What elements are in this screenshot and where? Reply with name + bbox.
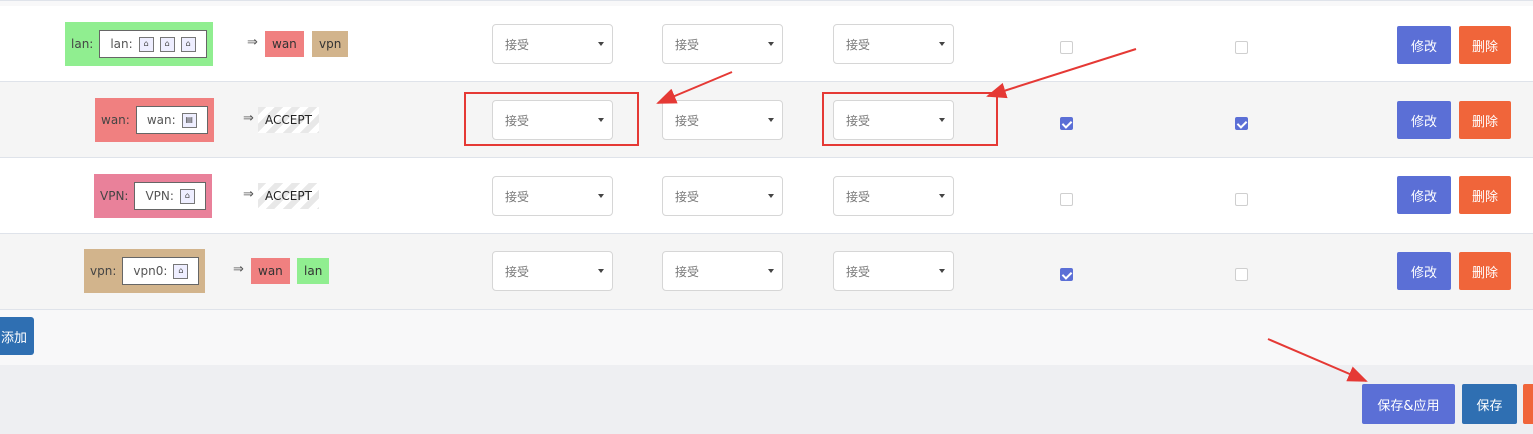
table-row: lan: lan: ⌂ ⌂ ⌂ ⇒ wan vpn 接受 接受 接受 修改 删除 xyxy=(0,6,1533,82)
dropdown-caret-icon xyxy=(768,194,774,198)
edit-button[interactable]: 修改 xyxy=(1397,101,1451,139)
forward-tag-wan: wan xyxy=(265,31,304,57)
table-row: VPN: VPN: ⌂ ⇒ ACCEPT 接受 接受 接受 修改 删除 xyxy=(0,158,1533,234)
input-select[interactable]: 接受 xyxy=(492,251,613,291)
output-select[interactable]: 接受 xyxy=(662,100,783,140)
mss-clamping-checkbox[interactable] xyxy=(1235,193,1248,206)
edit-button[interactable]: 修改 xyxy=(1397,26,1451,64)
interface-label: VPN: xyxy=(145,189,174,203)
interface-label: lan: xyxy=(110,37,133,51)
forward-arrow-icon: ⇒ xyxy=(243,111,254,126)
input-select[interactable]: 接受 xyxy=(492,24,613,64)
forward-tag-lan: lan xyxy=(297,258,330,284)
dropdown-caret-icon xyxy=(598,194,604,198)
network-port-icon: ⌂ xyxy=(179,188,195,204)
network-port-icon: ⌂ xyxy=(159,36,175,52)
forward-arrow-icon: ⇒ xyxy=(233,262,244,277)
forward-arrow-icon: ⇒ xyxy=(247,35,258,50)
interface-label: vpn0: xyxy=(133,264,168,278)
forward-tag-accept: ACCEPT xyxy=(258,183,319,209)
zone-label: vpn: xyxy=(90,264,117,278)
interface-label: wan: xyxy=(146,113,176,127)
masquerade-checkbox[interactable] xyxy=(1060,117,1073,130)
save-apply-button[interactable]: 保存&应用 xyxy=(1362,384,1455,424)
output-select[interactable]: 接受 xyxy=(662,176,783,216)
zone-label: lan: xyxy=(71,37,94,51)
interface-box: vpn0: ⌂ xyxy=(122,257,200,285)
forward-select[interactable]: 接受 xyxy=(833,251,954,291)
delete-button[interactable]: 删除 xyxy=(1459,176,1511,214)
output-select[interactable]: 接受 xyxy=(662,24,783,64)
interface-box: VPN: ⌂ xyxy=(134,182,206,210)
zone-vpn: vpn: vpn0: ⌂ xyxy=(84,249,206,293)
mss-clamping-checkbox[interactable] xyxy=(1235,268,1248,281)
interface-box: wan: ▤ xyxy=(135,106,208,134)
delete-button[interactable]: 删除 xyxy=(1459,101,1511,139)
network-port-icon: ⌂ xyxy=(138,36,154,52)
dropdown-caret-icon xyxy=(939,269,945,273)
zone-vpn-upper: VPN: VPN: ⌂ xyxy=(94,174,212,218)
masquerade-checkbox[interactable] xyxy=(1060,268,1073,281)
masquerade-checkbox[interactable] xyxy=(1060,193,1073,206)
zone-wan: wan: wan: ▤ xyxy=(95,98,214,142)
dropdown-caret-icon xyxy=(768,118,774,122)
mss-clamping-checkbox[interactable] xyxy=(1235,41,1248,54)
forward-tag-accept: ACCEPT xyxy=(258,107,319,133)
table-row: wan: wan: ▤ ⇒ ACCEPT 接受 接受 接受 修改 删除 xyxy=(0,82,1533,158)
network-port-icon: ⌂ xyxy=(173,263,189,279)
highlight-box-forward xyxy=(822,92,998,146)
zone-table: lan: lan: ⌂ ⌂ ⌂ ⇒ wan vpn 接受 接受 接受 修改 删除… xyxy=(0,0,1533,366)
reset-button[interactable] xyxy=(1523,384,1533,424)
input-select[interactable]: 接受 xyxy=(492,176,613,216)
table-row: vpn: vpn0: ⌂ ⇒ wan lan 接受 接受 接受 修改 删除 xyxy=(0,234,1533,310)
add-button[interactable]: 添加 xyxy=(0,317,34,355)
masquerade-checkbox[interactable] xyxy=(1060,41,1073,54)
output-select[interactable]: 接受 xyxy=(662,251,783,291)
dropdown-caret-icon xyxy=(768,42,774,46)
multi-port-icon: ▤ xyxy=(181,112,197,128)
mss-clamping-checkbox[interactable] xyxy=(1235,117,1248,130)
dropdown-caret-icon xyxy=(598,269,604,273)
zone-label: VPN: xyxy=(100,189,129,203)
save-button[interactable]: 保存 xyxy=(1462,384,1517,424)
forward-arrow-icon: ⇒ xyxy=(243,187,254,202)
edit-button[interactable]: 修改 xyxy=(1397,252,1451,290)
dropdown-caret-icon xyxy=(768,269,774,273)
edit-button[interactable]: 修改 xyxy=(1397,176,1451,214)
highlight-box-input xyxy=(464,92,639,146)
forward-tag-wan: wan xyxy=(251,258,290,284)
delete-button[interactable]: 删除 xyxy=(1459,252,1511,290)
zone-lan: lan: lan: ⌂ ⌂ ⌂ xyxy=(65,22,213,66)
forward-select[interactable]: 接受 xyxy=(833,24,954,64)
forward-select[interactable]: 接受 xyxy=(833,176,954,216)
network-port-icon: ⌂ xyxy=(180,36,196,52)
footer-actions: 保存&应用 保存 xyxy=(0,365,1533,434)
dropdown-caret-icon xyxy=(939,194,945,198)
dropdown-caret-icon xyxy=(598,42,604,46)
zone-label: wan: xyxy=(101,113,130,127)
interface-box: lan: ⌂ ⌂ ⌂ xyxy=(99,30,207,58)
dropdown-caret-icon xyxy=(939,42,945,46)
forward-tag-vpn: vpn xyxy=(312,31,349,57)
delete-button[interactable]: 删除 xyxy=(1459,26,1511,64)
